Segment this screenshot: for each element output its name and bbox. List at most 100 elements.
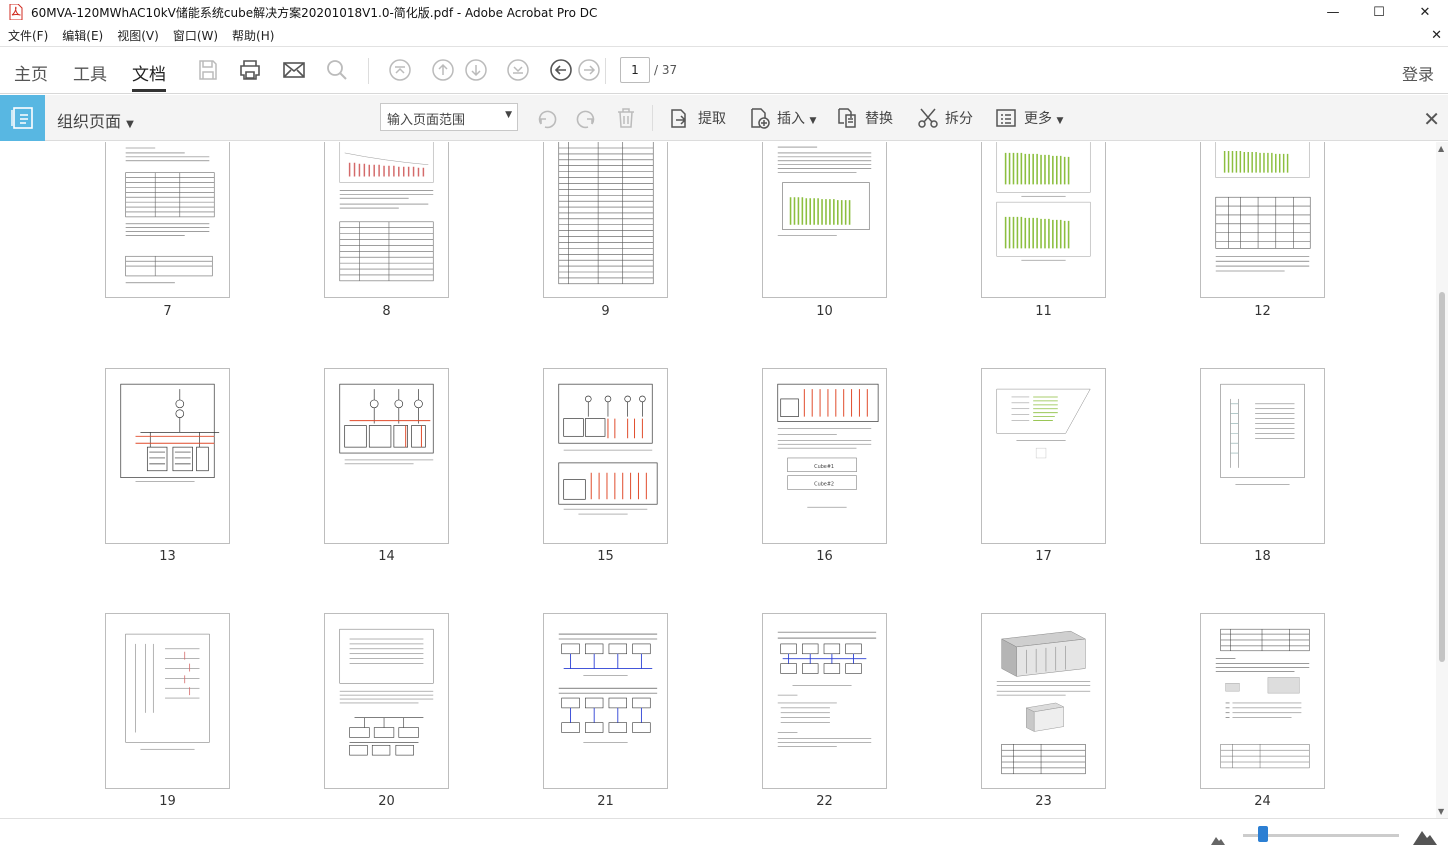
page-number-label: 14 — [378, 549, 395, 564]
page-number-label: 9 — [601, 304, 610, 319]
vertical-scrollbar[interactable]: ▲ ▼ — [1436, 142, 1448, 818]
split-button[interactable]: 拆分 — [945, 108, 973, 128]
main-toolbar: 主页 工具 文档 — [0, 48, 1448, 94]
replace-icon[interactable] — [835, 106, 859, 130]
page-thumbnail[interactable] — [543, 613, 668, 789]
page-thumbnail[interactable] — [762, 142, 887, 298]
search-icon[interactable] — [325, 58, 349, 82]
scroll-down-icon[interactable]: ▼ — [1438, 807, 1444, 816]
pdf-file-icon — [9, 3, 23, 21]
maximize-icon[interactable]: ☐ — [1356, 0, 1402, 24]
menu-window[interactable]: 窗口(W) — [173, 27, 218, 44]
insert-icon[interactable] — [747, 106, 771, 130]
svg-text:Cube#1: Cube#1 — [814, 464, 834, 470]
close-icon[interactable]: ✕ — [1402, 0, 1448, 24]
menu-help[interactable]: 帮助(H) — [232, 27, 274, 44]
tab-home[interactable]: 主页 — [14, 60, 48, 85]
page-thumbnail[interactable] — [981, 142, 1106, 298]
menu-file[interactable]: 文件(F) — [8, 27, 48, 44]
minimize-icon[interactable]: — — [1310, 0, 1356, 24]
menu-edit[interactable]: 编辑(E) — [62, 27, 103, 44]
page-range-placeholder: 输入页面范围 — [387, 113, 466, 128]
page-number-label: 7 — [163, 304, 172, 319]
dropdown-caret-icon: ▼ — [126, 119, 134, 130]
page-thumbnail[interactable] — [324, 368, 449, 544]
toolbar-divider — [605, 58, 606, 84]
page-number-label: 11 — [1035, 304, 1052, 319]
insert-dropdown-icon: ▼ — [809, 116, 817, 126]
zoom-in-mountain-icon[interactable] — [1413, 825, 1437, 849]
previous-page-icon[interactable] — [431, 58, 455, 82]
tab-tools[interactable]: 工具 — [73, 60, 107, 85]
svg-text:Cube#2: Cube#2 — [814, 482, 834, 488]
page-number-label: 21 — [597, 794, 614, 809]
replace-button[interactable]: 替换 — [865, 108, 893, 128]
extract-icon[interactable] — [667, 106, 691, 130]
title-bar: 60MVA-120MWhAC10kV储能系统cube解决方案20201018V1… — [0, 0, 1448, 24]
page-thumbnail[interactable] — [981, 613, 1106, 789]
page-number-input[interactable]: 1 — [620, 57, 650, 83]
scrollbar-thumb[interactable] — [1439, 292, 1445, 662]
page-number-label: 17 — [1035, 549, 1052, 564]
page-number-label: 24 — [1254, 794, 1271, 809]
page-number-label: 16 — [816, 549, 833, 564]
organize-pages-icon — [11, 107, 33, 129]
more-dropdown-icon: ▼ — [1056, 116, 1064, 126]
zoom-slider-handle[interactable] — [1258, 826, 1269, 842]
undo-icon[interactable] — [535, 106, 559, 130]
next-page-icon[interactable] — [464, 58, 488, 82]
more-button[interactable]: 更多 ▼ — [1024, 108, 1063, 128]
menu-bar: 文件(F) 编辑(E) 视图(V) 窗口(W) 帮助(H) ✕ — [0, 25, 1448, 47]
insert-button[interactable]: 插入 ▼ — [777, 108, 816, 128]
page-range-input[interactable]: 输入页面范围 ▼ — [380, 103, 518, 131]
organize-pages-panel-toggle[interactable] — [0, 95, 45, 141]
forward-view-icon[interactable] — [577, 58, 601, 82]
chevron-down-icon: ▼ — [505, 110, 512, 120]
page-thumbnail[interactable] — [543, 142, 668, 298]
page-number-label: 13 — [159, 549, 176, 564]
page-thumbnail[interactable] — [105, 142, 230, 298]
page-number-label: 18 — [1254, 549, 1271, 564]
back-view-icon[interactable] — [549, 58, 573, 82]
page-number-label: 15 — [597, 549, 614, 564]
page-number-label: 10 — [816, 304, 833, 319]
close-document-icon[interactable]: ✕ — [1431, 28, 1442, 43]
login-button[interactable]: 登录 — [1402, 61, 1434, 85]
scissors-icon[interactable] — [916, 106, 940, 130]
zoom-out-mountain-icon[interactable] — [1211, 830, 1225, 849]
redo-icon[interactable] — [574, 106, 598, 130]
page-number-label: 12 — [1254, 304, 1271, 319]
scroll-up-icon[interactable]: ▲ — [1438, 144, 1444, 153]
organize-pages-title[interactable]: 组织页面 ▼ — [57, 108, 134, 132]
page-number-label: 23 — [1035, 794, 1052, 809]
page-thumbnail[interactable] — [105, 613, 230, 789]
toolbar-divider — [368, 58, 369, 84]
last-page-icon[interactable] — [506, 58, 530, 82]
page-thumbnail[interactable] — [105, 368, 230, 544]
page-thumbnail[interactable] — [1200, 142, 1325, 298]
page-number-label: 20 — [378, 794, 395, 809]
page-thumbnail[interactable] — [1200, 613, 1325, 789]
menu-view[interactable]: 视图(V) — [117, 27, 159, 44]
page-thumbnail[interactable] — [762, 613, 887, 789]
page-thumbnail-grid: 7 8 9 10 11 12 13 14 15 Cube#1 Cube#2 16 … — [0, 142, 1436, 818]
window-title: 60MVA-120MWhAC10kV储能系统cube解决方案20201018V1… — [31, 5, 598, 20]
organize-pages-toolbar: 组织页面 ▼ 输入页面范围 ▼ 提取 插入 ▼ 替换 拆分 更多 ▼ ✕ — [0, 95, 1448, 141]
extract-button[interactable]: 提取 — [698, 108, 726, 128]
page-thumbnail[interactable]: Cube#1 Cube#2 — [762, 368, 887, 544]
print-icon[interactable] — [238, 58, 262, 82]
email-icon[interactable] — [282, 58, 306, 82]
more-icon[interactable] — [994, 106, 1018, 130]
thumbnail-zoom-bar — [0, 818, 1448, 850]
page-number-label: 22 — [816, 794, 833, 809]
page-thumbnail[interactable] — [324, 142, 449, 298]
page-thumbnail[interactable] — [1200, 368, 1325, 544]
page-thumbnail[interactable] — [981, 368, 1106, 544]
first-page-icon[interactable] — [388, 58, 412, 82]
page-thumbnail[interactable] — [324, 613, 449, 789]
page-thumbnail[interactable] — [543, 368, 668, 544]
close-organize-icon[interactable]: ✕ — [1423, 107, 1440, 131]
tab-document[interactable]: 文档 — [132, 60, 166, 92]
delete-icon[interactable] — [614, 106, 638, 130]
save-icon[interactable] — [196, 58, 220, 82]
